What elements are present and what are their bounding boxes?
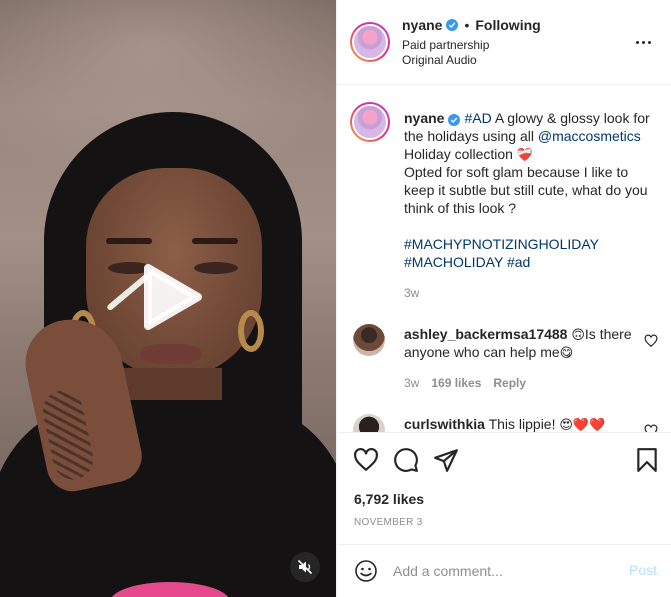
- author-avatar[interactable]: [350, 22, 390, 62]
- paid-partnership-label[interactable]: Paid partnership: [402, 38, 489, 52]
- muted-speaker-icon: [297, 559, 313, 575]
- mention-link[interactable]: @maccosmetics: [538, 128, 641, 144]
- comment-emojis: 😍❤️❤️: [559, 418, 606, 433]
- comment-like-heart-icon[interactable]: [644, 334, 658, 348]
- mute-toggle-button[interactable]: [290, 552, 320, 582]
- video-subject-brow: [192, 238, 238, 244]
- commenter-avatar[interactable]: [353, 324, 385, 356]
- separator-dot: •: [464, 17, 470, 33]
- hashtag-link[interactable]: #MACHOLIDAY: [404, 254, 503, 270]
- add-comment-bar: Post: [337, 544, 671, 597]
- comment-body: This lippie!: [488, 416, 556, 432]
- post-side-panel: nyane • Following Paid partnership Origi…: [336, 0, 671, 597]
- caption-author-avatar[interactable]: [350, 102, 390, 142]
- video-subject-lips: [140, 344, 202, 364]
- commenter-avatar[interactable]: [353, 414, 385, 432]
- commenter-username[interactable]: curlswithkia: [404, 416, 485, 432]
- mending-heart-emoji: ❤️‍🩹: [516, 148, 534, 163]
- post-date[interactable]: NOVEMBER 3: [354, 517, 423, 528]
- post-video[interactable]: [0, 0, 336, 597]
- author-line: nyane • Following: [402, 17, 541, 33]
- likes-count[interactable]: 6,792 likes: [354, 491, 424, 507]
- caption-text: Opted for soft glam because I like to ke…: [404, 164, 648, 216]
- following-button[interactable]: Following: [475, 17, 540, 33]
- comment-meta: 3w 169 likes Reply: [404, 376, 526, 390]
- original-audio-link[interactable]: Original Audio: [402, 53, 477, 67]
- comment-input[interactable]: [393, 559, 613, 583]
- post-actions: 6,792 likes NOVEMBER 3: [337, 432, 671, 544]
- author-username[interactable]: nyane: [402, 17, 442, 33]
- caption-text: Holiday collection: [404, 146, 513, 162]
- post-comment-button[interactable]: Post: [629, 562, 657, 578]
- verified-badge-icon: [448, 114, 461, 126]
- play-icon: [144, 264, 202, 330]
- video-subject-brow: [106, 238, 152, 244]
- comment-text: ashley_backermsa17488 🙃Is there anyone w…: [404, 325, 634, 361]
- comment-bubble-icon[interactable]: [393, 447, 419, 473]
- hoop-earring: [238, 310, 264, 352]
- comment-likes-count[interactable]: 169 likes: [431, 376, 481, 390]
- post-caption: nyane #AD A glowy & glossy look for the h…: [404, 109, 662, 271]
- bookmark-icon[interactable]: [634, 447, 660, 473]
- more-options-icon[interactable]: [629, 30, 657, 54]
- play-button[interactable]: [136, 262, 206, 332]
- hashtag-link[interactable]: #ad: [507, 254, 530, 270]
- commenter-username[interactable]: ashley_backermsa17488: [404, 326, 567, 342]
- reply-button[interactable]: Reply: [493, 376, 526, 390]
- verified-badge-icon: [446, 19, 459, 31]
- yum-face-emoji: 😋: [559, 346, 574, 361]
- comments-section[interactable]: nyane #AD A glowy & glossy look for the h…: [337, 86, 671, 432]
- paper-plane-icon[interactable]: [433, 447, 459, 473]
- smiley-face-icon[interactable]: [354, 559, 378, 583]
- caption-timestamp[interactable]: 3w: [404, 286, 419, 300]
- caption-username[interactable]: nyane: [404, 110, 444, 126]
- hashtag-link[interactable]: #MACHYPNOTIZINGHOLIDAY: [404, 236, 599, 252]
- upside-down-face-emoji: 🙃: [571, 328, 585, 343]
- comment-like-heart-icon[interactable]: [644, 424, 658, 432]
- hashtag-link[interactable]: #AD: [464, 110, 491, 126]
- comment-timestamp[interactable]: 3w: [404, 376, 419, 390]
- comment-text: curlswithkia This lippie! 😍❤️❤️: [404, 415, 634, 432]
- post-header: nyane • Following Paid partnership Origi…: [337, 0, 671, 85]
- heart-icon[interactable]: [353, 447, 379, 473]
